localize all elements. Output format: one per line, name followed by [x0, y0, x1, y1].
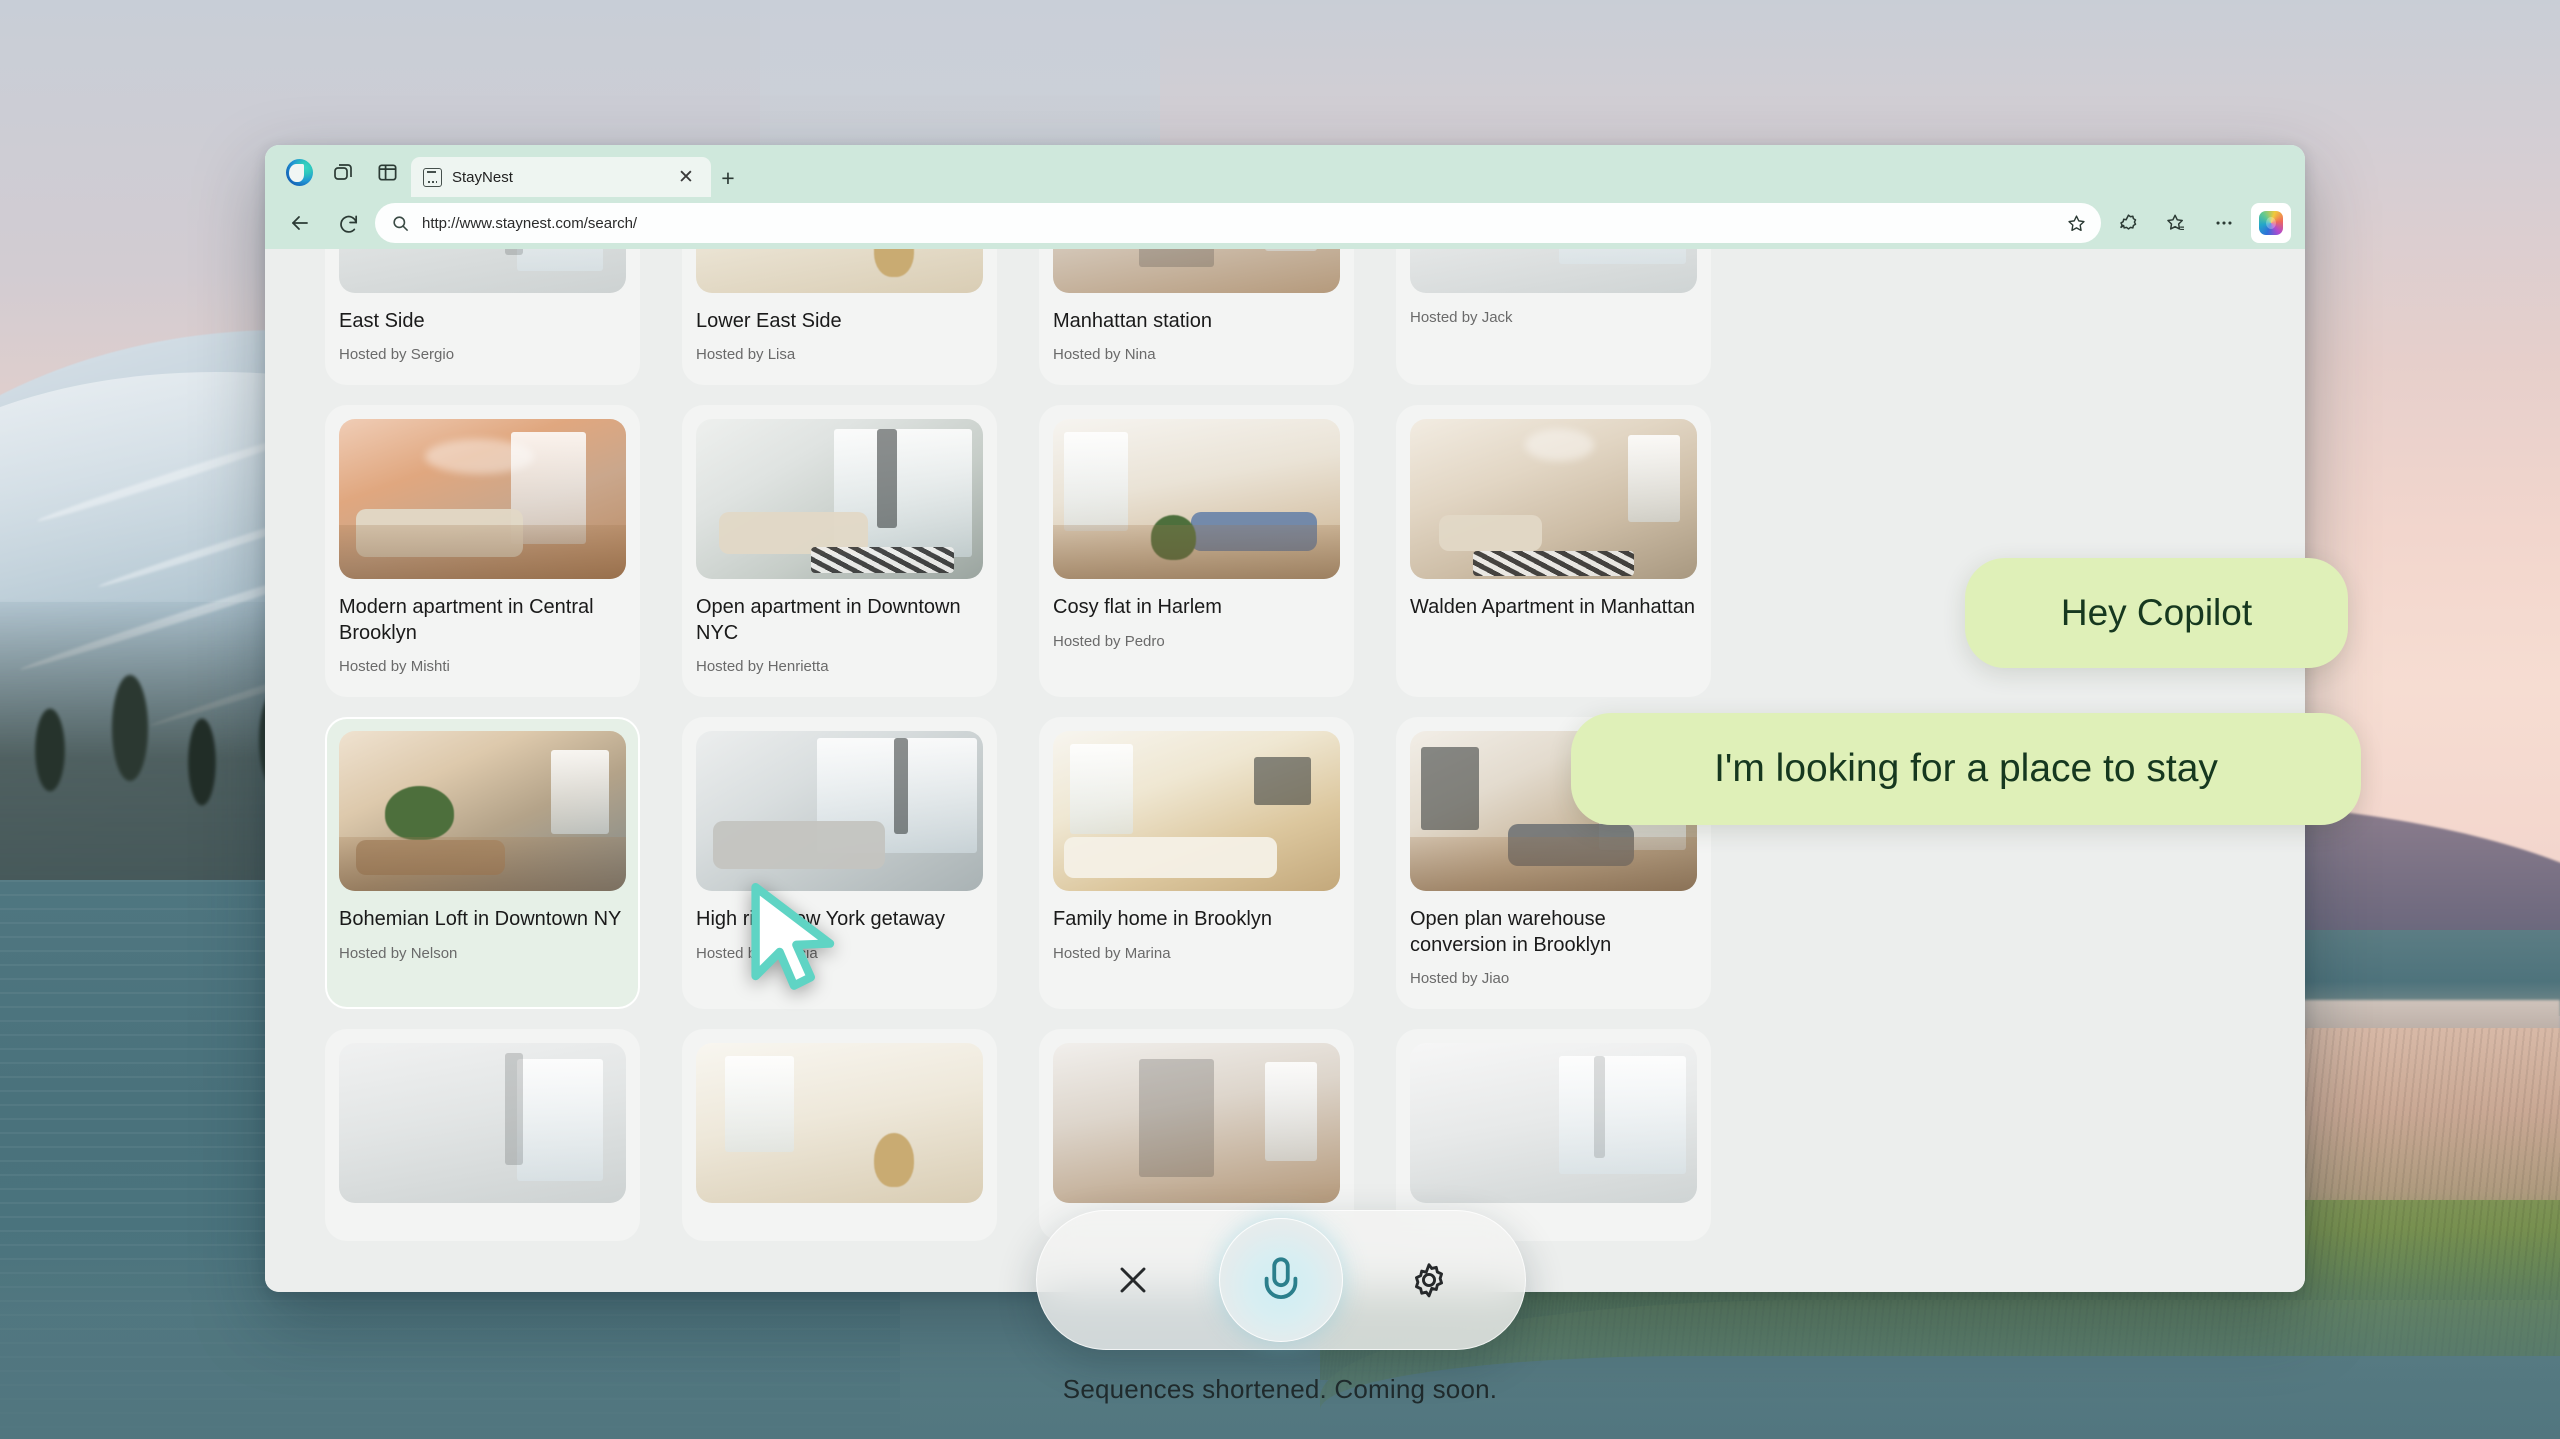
- listing-card[interactable]: High rise New York getaway Hosted by Patr…: [682, 717, 997, 1009]
- listing-photo[interactable]: [696, 1042, 983, 1203]
- tab-strip: StayNest ✕ +: [265, 145, 2305, 197]
- listing-host: Hosted by Pedro: [1053, 632, 1165, 650]
- collections-icon[interactable]: [2155, 202, 2197, 244]
- listing-title: Open apartment in Downtown NYC: [696, 596, 961, 644]
- listing-host: Hosted by Patricia: [696, 944, 818, 962]
- listing-host: Hosted by Nina: [1053, 346, 1156, 364]
- edge-logo-icon[interactable]: [279, 152, 319, 192]
- star-icon[interactable]: [2059, 206, 2093, 240]
- listing-host: Hosted by Jiao: [1410, 969, 1510, 987]
- listing-photo[interactable]: [1410, 419, 1697, 580]
- listing-card[interactable]: Family home in Brooklyn Hosted by Marina: [1039, 717, 1354, 1009]
- url-text: http://www.staynest.com/search/: [422, 214, 638, 232]
- listing-host: Hosted by Mishti: [339, 658, 450, 676]
- listing-photo-scene: [1410, 419, 1697, 580]
- close-icon[interactable]: [1096, 1243, 1170, 1317]
- workspaces-icon[interactable]: [323, 152, 363, 192]
- listing-title: Lower East Side: [696, 310, 842, 332]
- caption-text: Sequences shortened. Coming soon.: [1062, 1374, 1498, 1404]
- page-favicon-icon: [423, 167, 442, 187]
- listing-host: Hosted by Jack: [1410, 309, 1513, 326]
- listing-title: East Side: [339, 310, 425, 332]
- bubble-text: Hey Copilot: [2060, 592, 2253, 633]
- listing-card[interactable]: Cosy flat in Harlem Hosted by Pedro: [1039, 405, 1354, 698]
- listing-host: Hosted by Nelson: [339, 944, 458, 962]
- listing-photo-scene: [339, 1042, 626, 1203]
- listing-photo-scene: [696, 731, 983, 892]
- listing-photo-scene: [1053, 1042, 1340, 1203]
- listing-host: Hosted by Marina: [1053, 944, 1171, 962]
- listing-photo[interactable]: [1053, 249, 1340, 293]
- listing-title: Family home in Brooklyn: [1053, 908, 1272, 931]
- listing-photo[interactable]: [339, 731, 626, 892]
- listing-photo-scene: [1410, 1042, 1697, 1203]
- listing-photo-scene: [1053, 731, 1340, 892]
- more-options-icon[interactable]: [2203, 202, 2245, 244]
- desktop: StayNest ✕ + http://www.staynest.com/sea…: [0, 0, 2560, 1439]
- tab-title: StayNest: [452, 168, 513, 186]
- listing-photo-scene: [696, 1042, 983, 1203]
- listing-photo[interactable]: [696, 419, 983, 580]
- listing-title: Cosy flat in Harlem: [1053, 596, 1222, 619]
- listing-title: Modern apartment in Central Brooklyn: [339, 596, 594, 644]
- listing-host: Hosted by Lisa: [696, 346, 796, 364]
- listing-host: Hosted by Sergio: [339, 346, 455, 364]
- listing-card[interactable]: Hosted by Jack: [1396, 249, 1711, 386]
- bubble-text: I'm looking for a place to stay: [1714, 747, 2218, 790]
- listing-photo[interactable]: [1410, 1042, 1697, 1203]
- listing-photo-scene: [339, 419, 626, 580]
- listing-photo-scene: [339, 249, 626, 293]
- listing-photo-scene: [1053, 419, 1340, 580]
- listing-card[interactable]: Lower East Side Hosted by Lisa: [682, 249, 997, 386]
- speech-bubble-user-request: I'm looking for a place to stay: [1571, 713, 2361, 825]
- copilot-icon[interactable]: [2251, 203, 2291, 243]
- listing-photo[interactable]: [339, 1042, 626, 1203]
- listing-photo[interactable]: [696, 249, 983, 293]
- voice-control-bar: [1036, 1210, 1526, 1350]
- browser-essentials-icon[interactable]: [2107, 202, 2149, 244]
- listing-photo[interactable]: [696, 731, 983, 892]
- listing-photo-scene: [1053, 249, 1340, 293]
- microphone-icon[interactable]: [1218, 1218, 1343, 1342]
- listing-title: Open plan warehouse conversion in Brookl…: [1410, 908, 1612, 956]
- close-icon[interactable]: ✕: [673, 164, 699, 190]
- listing-title: Manhattan station: [1053, 310, 1212, 332]
- listing-photo[interactable]: [339, 419, 626, 580]
- listing-photo[interactable]: [339, 249, 626, 293]
- listing-card[interactable]: Walden Apartment in Manhattan: [1396, 405, 1711, 698]
- tab-staynest[interactable]: StayNest ✕: [411, 157, 711, 197]
- listing-card[interactable]: Open apartment in Downtown NYC Hosted by …: [682, 405, 997, 698]
- listing-photo-scene: [339, 731, 626, 892]
- speech-bubble-hey-copilot: Hey Copilot: [1965, 558, 2348, 668]
- listing-card[interactable]: [682, 1028, 997, 1241]
- listing-title: Bohemian Loft in Downtown NY: [339, 908, 622, 931]
- listing-card[interactable]: East Side Hosted by Sergio: [325, 249, 640, 386]
- browser-toolbar: http://www.staynest.com/search/: [265, 197, 2305, 249]
- listing-photo-scene: [696, 419, 983, 580]
- listing-card[interactable]: Bohemian Loft in Downtown NY Hosted by Ne…: [325, 717, 640, 1009]
- split-screen-icon[interactable]: [367, 152, 407, 192]
- listing-title: Walden Apartment in Manhattan: [1410, 596, 1695, 619]
- listing-photo[interactable]: [1053, 1042, 1340, 1203]
- listing-host: Hosted by Henrietta: [696, 658, 829, 676]
- listing-title: High rise New York getaway: [696, 908, 946, 931]
- listing-photo[interactable]: [1053, 731, 1340, 892]
- listing-photo-scene: [696, 249, 983, 293]
- gear-icon[interactable]: [1392, 1243, 1466, 1317]
- listing-photo-scene: [1410, 249, 1697, 293]
- listing-card[interactable]: Modern apartment in Central Brooklyn Host…: [325, 405, 640, 698]
- search-icon: [393, 215, 409, 231]
- listing-card[interactable]: [325, 1028, 640, 1241]
- listing-card[interactable]: Manhattan station Hosted by Nina: [1039, 249, 1354, 386]
- new-tab-button[interactable]: +: [715, 165, 741, 191]
- listing-photo[interactable]: [1410, 249, 1697, 293]
- address-bar[interactable]: http://www.staynest.com/search/: [375, 203, 2101, 243]
- listing-photo[interactable]: [1053, 419, 1340, 580]
- back-arrow-icon[interactable]: [279, 202, 321, 244]
- refresh-icon[interactable]: [327, 202, 369, 244]
